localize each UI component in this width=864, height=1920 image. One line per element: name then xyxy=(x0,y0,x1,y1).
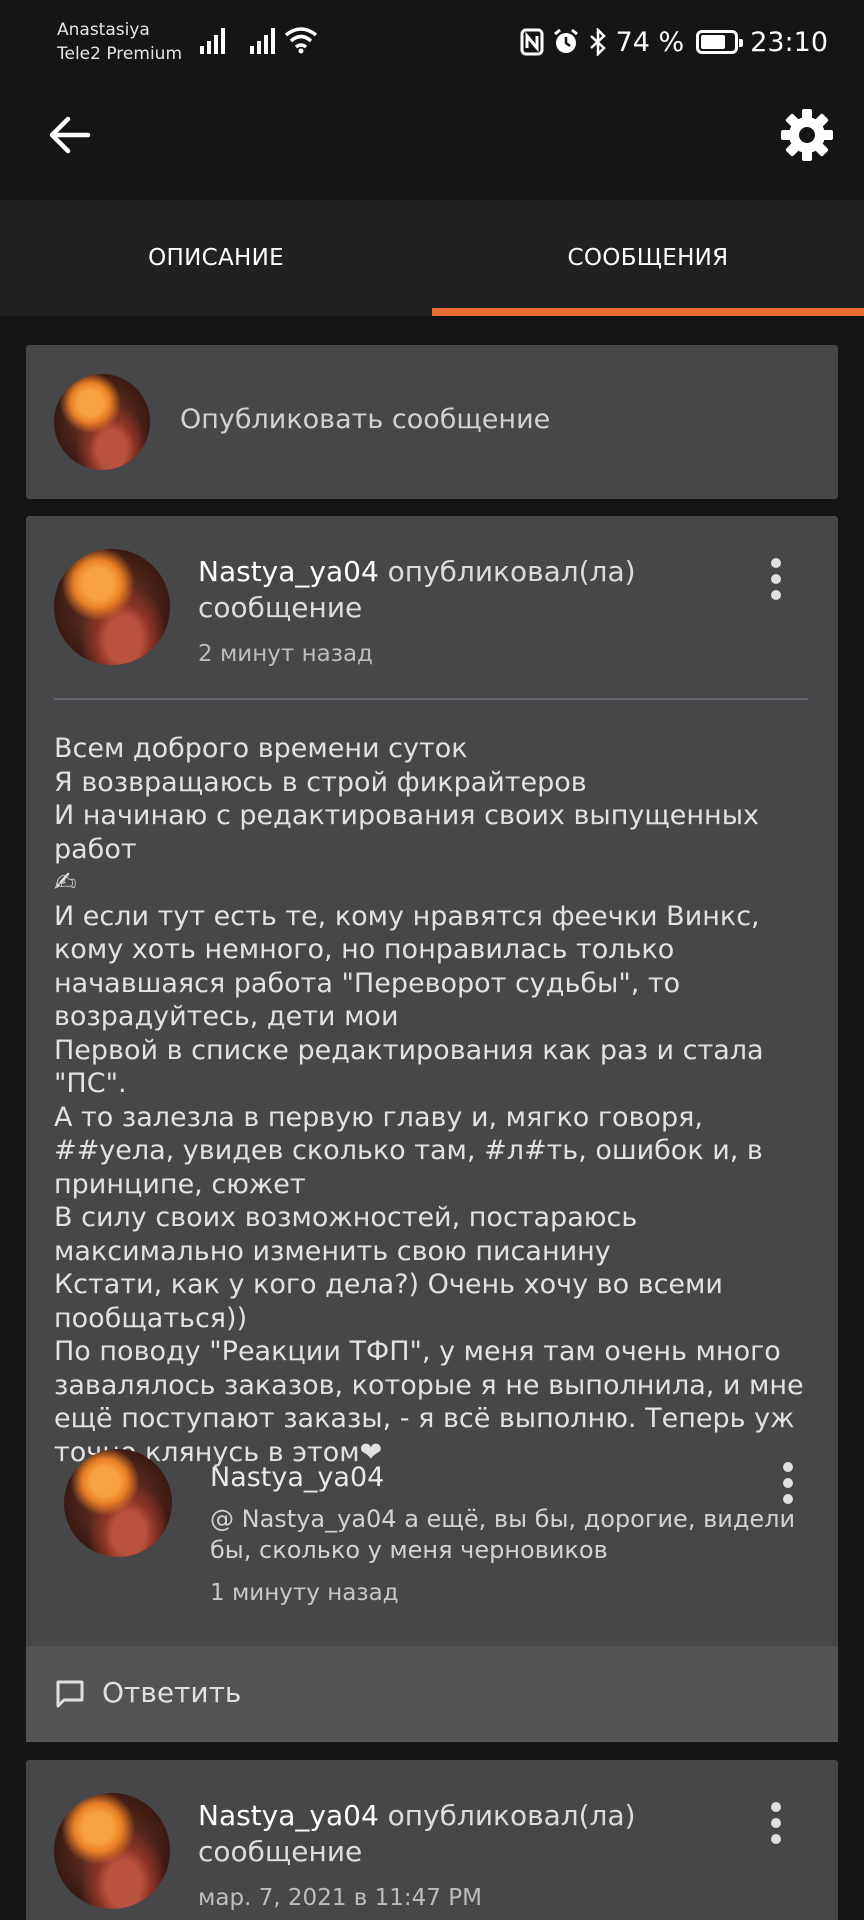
post-header: Nastya_ya04 опубликовал(ла) сообщение xyxy=(198,1798,738,1870)
avatar xyxy=(54,374,150,470)
more-vert-icon[interactable] xyxy=(766,1798,786,1846)
avatar[interactable] xyxy=(54,549,170,665)
signal-icon xyxy=(200,28,225,54)
comment-icon xyxy=(56,1680,84,1708)
post-username[interactable]: Nastya_ya04 xyxy=(198,555,379,588)
clock: 23:10 xyxy=(750,26,828,58)
battery-icon xyxy=(696,30,744,54)
reply-button[interactable]: Ответить xyxy=(26,1646,838,1742)
post-body: Всем доброго времени суток Я возвращаюсь… xyxy=(54,733,804,1468)
more-vert-icon[interactable] xyxy=(778,1458,798,1506)
alarm-icon xyxy=(552,28,580,56)
more-vert-icon[interactable] xyxy=(766,554,786,602)
app-bar xyxy=(0,80,864,200)
carrier-plan: Tele2 Premium xyxy=(57,44,183,64)
message-post: Nastya_ya04 опубликовал(ла) сообщение ма… xyxy=(26,1760,838,1920)
status-bar: Anastasiya Tele2 Premium 74 % 23:10 xyxy=(0,0,864,80)
tab-label: СООБЩЕНИЯ xyxy=(567,245,729,271)
tab-messages[interactable]: СООБЩЕНИЯ xyxy=(432,200,864,316)
post-timestamp: мар. 7, 2021 в 11:47 PM xyxy=(198,1885,482,1911)
compose-message-card[interactable]: Опубликовать сообщение xyxy=(26,345,838,499)
signal-icon xyxy=(250,28,275,54)
avatar[interactable] xyxy=(64,1449,172,1557)
comment-username[interactable]: Nastya_ya04 xyxy=(210,1462,384,1493)
compose-input[interactable]: Опубликовать сообщение xyxy=(180,404,550,435)
post-username[interactable]: Nastya_ya04 xyxy=(198,1799,379,1832)
comment-timestamp: 1 минуту назад xyxy=(210,1580,399,1606)
status-icons: 74 % 23:10 xyxy=(520,22,828,62)
tab-bar: ОПИСАНИЕ СООБЩЕНИЯ xyxy=(0,200,864,316)
post-timestamp: 2 минут назад xyxy=(198,641,373,667)
tab-label: ОПИСАНИЕ xyxy=(148,245,284,271)
message-post: Nastya_ya04 опубликовал(ла) сообщение 2 … xyxy=(26,516,838,1742)
arrow-left-icon[interactable] xyxy=(44,110,94,160)
divider xyxy=(54,698,808,700)
battery-percent: 74 % xyxy=(615,26,685,58)
wifi-icon xyxy=(284,27,318,54)
gear-icon[interactable] xyxy=(780,108,834,162)
bluetooth-icon xyxy=(588,28,608,56)
carrier-name: Anastasiya xyxy=(57,20,150,40)
comment-text: @ Nastya_ya04 а ещё, вы бы, дорогие, вид… xyxy=(210,1505,796,1564)
avatar[interactable] xyxy=(54,1793,170,1909)
tab-description[interactable]: ОПИСАНИЕ xyxy=(0,200,432,316)
post-header: Nastya_ya04 опубликовал(ла) сообщение xyxy=(198,554,738,626)
nfc-icon xyxy=(520,28,544,56)
reply-label: Ответить xyxy=(102,1676,242,1709)
carrier-info: Anastasiya Tele2 Premium xyxy=(57,18,182,66)
